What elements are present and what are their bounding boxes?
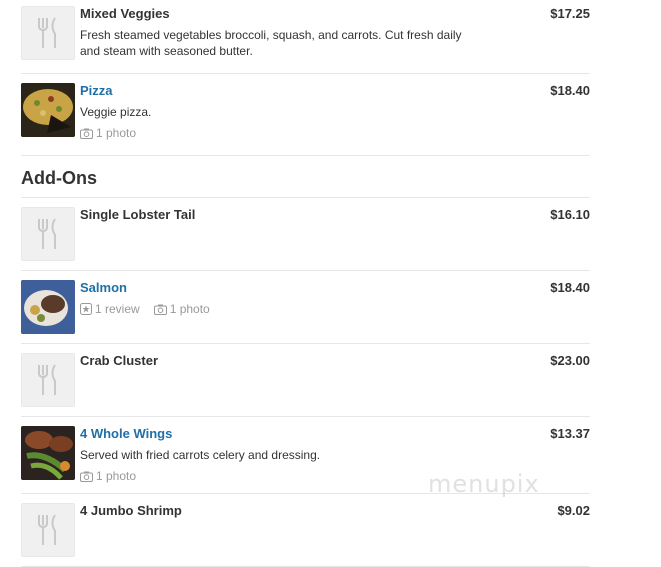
wings-photo[interactable] bbox=[21, 426, 75, 480]
item-name: Mixed Veggies bbox=[80, 6, 170, 21]
item-name: 4 Jumbo Shrimp bbox=[80, 503, 182, 518]
photo-count[interactable]: 1 photo bbox=[80, 468, 136, 486]
star-icon bbox=[80, 303, 92, 319]
item-description: Served with fried carrots celery and dre… bbox=[80, 448, 321, 462]
fork-knife-icon bbox=[21, 6, 75, 60]
fork-knife-icon bbox=[21, 503, 75, 557]
menu-item: Pizza Veggie pizza. 1 photo $18.40 bbox=[21, 83, 590, 156]
review-count-label: 1 review bbox=[95, 302, 140, 316]
fork-knife-icon bbox=[21, 207, 75, 261]
item-description: Fresh steamed vegetables broccoli, squas… bbox=[80, 28, 462, 58]
item-name: Crab Cluster bbox=[80, 353, 159, 368]
section-title: Add-Ons bbox=[21, 168, 97, 188]
item-price: $18.40 bbox=[550, 83, 590, 98]
camera-icon bbox=[80, 127, 93, 143]
camera-icon bbox=[153, 303, 167, 319]
photo-count-label: 1 photo bbox=[96, 126, 137, 140]
item-description: Veggie pizza. bbox=[80, 105, 152, 119]
fork-knife-icon bbox=[21, 353, 75, 407]
item-name-link[interactable]: 4 Whole Wings bbox=[80, 426, 172, 442]
salmon-photo[interactable] bbox=[21, 280, 75, 334]
photo-count[interactable]: 1 photo bbox=[80, 125, 136, 143]
menu-item: Mixed Veggies Fresh steamed vegetables b… bbox=[21, 6, 590, 74]
item-name-link[interactable]: Salmon bbox=[80, 280, 127, 296]
item-meta: 1 review 1 photo bbox=[80, 301, 210, 319]
item-price: $16.10 bbox=[550, 207, 590, 222]
photo-count[interactable]: 1 photo bbox=[153, 301, 210, 319]
item-meta: 1 photo bbox=[80, 125, 136, 143]
review-count[interactable]: 1 review bbox=[80, 301, 140, 319]
item-name: Single Lobster Tail bbox=[80, 207, 196, 222]
menu-item: 4 Jumbo Shrimp $9.02 bbox=[21, 503, 590, 567]
pizza-photo[interactable] bbox=[21, 83, 75, 137]
photo-count-label: 1 photo bbox=[96, 469, 137, 483]
photo-count-label: 1 photo bbox=[169, 302, 210, 316]
item-price: $23.00 bbox=[550, 353, 590, 368]
menu-item: Salmon 1 review 1 photo $18.40 bbox=[21, 280, 590, 344]
camera-icon bbox=[80, 470, 93, 486]
item-price: $17.25 bbox=[550, 6, 590, 21]
item-price: $9.02 bbox=[557, 503, 590, 518]
menu-item: Crab Cluster $23.00 bbox=[21, 353, 590, 417]
item-meta: 1 photo bbox=[80, 468, 136, 486]
menu-item: Single Lobster Tail $16.10 bbox=[21, 207, 590, 271]
item-price: $13.37 bbox=[550, 426, 590, 441]
item-price: $18.40 bbox=[550, 280, 590, 295]
menupix-watermark: menupix bbox=[428, 470, 540, 498]
item-name-link[interactable]: Pizza bbox=[80, 83, 113, 99]
section-divider bbox=[21, 197, 590, 198]
